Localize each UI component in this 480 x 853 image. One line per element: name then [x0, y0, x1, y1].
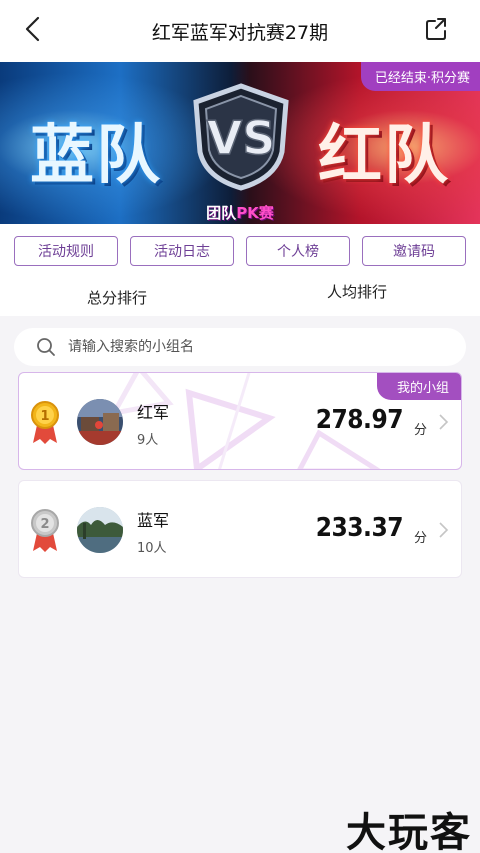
- log-button[interactable]: 活动日志: [130, 236, 234, 266]
- group-name: 红军: [137, 403, 170, 422]
- group-name: 蓝军: [137, 511, 170, 530]
- group-score: 278.97: [315, 405, 404, 435]
- share-icon[interactable]: [424, 16, 450, 42]
- banner-team-right: 红队: [318, 119, 450, 193]
- group-avatar: [77, 507, 123, 553]
- group-card-red[interactable]: 1 红军 9人 278.97 分 我的小组: [18, 372, 462, 470]
- event-banner: 蓝队 VS 红队 团队PK赛 已经结束·积分赛: [0, 62, 480, 224]
- tab-total-score[interactable]: 总分排行: [87, 287, 147, 308]
- search-icon: [37, 338, 55, 356]
- vs-label: VS: [207, 111, 276, 165]
- banner-team-left: 蓝队: [30, 119, 162, 193]
- group-card-blue[interactable]: 2 蓝军 10人 233.37 分: [18, 480, 462, 578]
- search-bar[interactable]: [14, 328, 466, 366]
- personal-ranking-button[interactable]: 个人榜: [246, 236, 350, 266]
- rank-number: 2: [40, 517, 49, 532]
- vs-shield-icon: VS: [193, 83, 289, 191]
- score-unit: 分: [413, 531, 427, 546]
- group-avatar: [77, 399, 123, 445]
- search-input[interactable]: [68, 339, 448, 355]
- gold-medal-icon: 1: [31, 401, 59, 444]
- action-and-tab-bar: 活动规则 活动日志 个人榜 邀请码 总分排行 人均排行: [0, 224, 480, 316]
- tab-average-score[interactable]: 人均排行: [327, 281, 387, 302]
- silver-medal-icon: 2: [31, 509, 59, 552]
- rank-number: 1: [40, 409, 49, 424]
- chevron-right-icon: [439, 522, 449, 538]
- score-unit: 分: [413, 423, 427, 438]
- banner-subtitle-accent: PK赛: [236, 204, 274, 222]
- page-title: 红军蓝军对抗赛27期: [151, 21, 329, 44]
- invite-code-button[interactable]: 邀请码: [362, 236, 466, 266]
- watermark-logo: 大玩客: [346, 809, 472, 853]
- top-bar: 红军蓝军对抗赛27期: [0, 0, 480, 62]
- member-count: 10人: [137, 541, 167, 556]
- status-badge: 已经结束·积分赛: [360, 62, 480, 91]
- back-arrow-icon[interactable]: [18, 14, 48, 44]
- rules-button[interactable]: 活动规则: [14, 236, 118, 266]
- banner-subtitle-prefix: 团队: [206, 204, 237, 222]
- my-group-badge: 我的小组: [376, 373, 461, 400]
- banner-subtitle: 团队PK赛: [0, 202, 480, 223]
- member-count: 9人: [137, 433, 159, 448]
- group-score: 233.37: [315, 513, 404, 543]
- chevron-right-icon: [439, 414, 449, 430]
